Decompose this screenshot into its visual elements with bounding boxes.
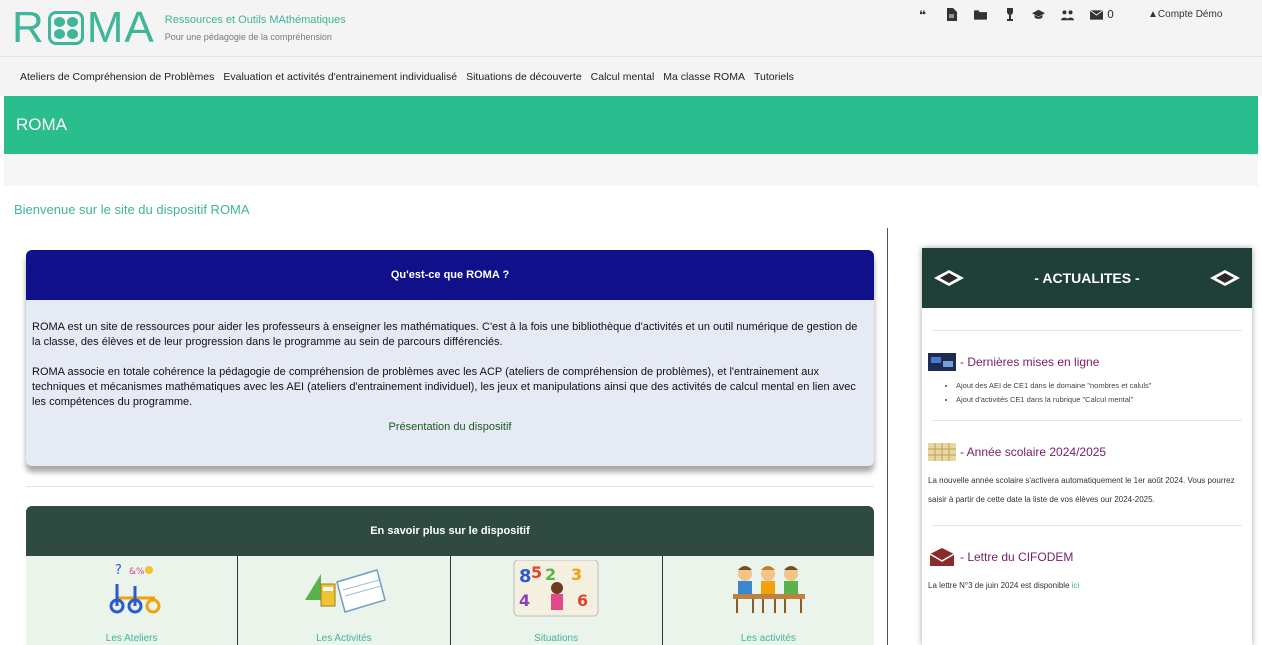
mail-icon[interactable] [1090,8,1103,21]
tile-situations[interactable]: 8 5 2 3 4 6 Situations [451,556,663,645]
roma-description-1: ROMA est un site de ressources pour aide… [32,321,858,348]
logo-letter-r: R [12,3,45,52]
svg-text:&%: &% [129,567,145,577]
students-illustration-icon [733,566,806,613]
presentation-link[interactable]: Présentation du dispositif [32,421,868,433]
news-latest-item: Ajout d'activités CE1 dans la rubrique "… [956,395,1246,404]
page-banner: ROMA [4,96,1258,154]
quote-icon[interactable]: ❝ [916,8,929,22]
tile-situations-label: Situations [534,633,579,644]
what-is-roma-card: Qu'est-ce que ROMA ? ROMA est un site de… [26,250,874,466]
svg-text:2: 2 [545,565,556,584]
site-header: R MA Ressources et Outils MAthématiques … [0,0,1262,56]
news-latest-title: - Dernières mises en ligne [960,355,1100,369]
situations-illustration-icon: 8 5 2 3 4 6 [513,560,599,617]
account-label: Compte Démo [1157,9,1223,20]
graduation-cap-icon [934,270,964,286]
nav-item-ma-classe[interactable]: Ma classe ROMA [663,71,745,83]
ateliers-illustration-icon: ? &% [109,563,161,614]
graduation-cap-icon[interactable] [1032,8,1045,21]
tile-activites-label: Les Activités [316,633,372,644]
tile-ateliers[interactable]: ? &% Les Ateliers [26,556,239,645]
news-cifodem-link[interactable]: ici [1072,581,1080,590]
trophy-icon[interactable] [1003,8,1016,21]
svg-text:6: 6 [577,591,588,610]
what-is-roma-title: Qu'est-ce que ROMA ? [390,269,510,281]
main-nav: Ateliers de Compréhension de Problèmes E… [0,56,1262,96]
news-school-year-text: La nouvelle année scolaire s'activera au… [928,476,1235,504]
nav-item-situations[interactable]: Situations de découverte [466,71,582,83]
nav-item-evaluation[interactable]: Evaluation et activités d'entrainement i… [223,71,457,83]
section-divider [26,486,874,487]
news-cifodem-text: La lettre N°3 de juin 2024 est disponibl… [928,576,1246,595]
news-item-cifodem[interactable]: - Lettre du CIFODEM [928,548,1246,566]
logo-letters-ma: MA [86,3,155,52]
news-header: - ACTUALITES - [922,248,1252,308]
tile-activites-2[interactable]: Les activités [663,556,874,645]
svg-text:3: 3 [571,565,582,584]
welcome-heading: Bienvenue sur le site du dispositif ROMA [14,202,250,217]
roma-logo[interactable]: R MA Ressources et Outils MAthématiques … [12,6,346,50]
banner-stripe [4,154,1258,186]
news-school-year-title: - Année scolaire 2024/2025 [960,445,1107,459]
account-menu[interactable]: ▲Compte Démo [1148,9,1222,20]
envelope-thumbnail-icon [929,548,955,566]
tile-activites-2-label: Les activités [740,633,796,644]
group-icon[interactable] [1061,8,1074,21]
news-cifodem-title: - Lettre du CIFODEM [960,550,1074,564]
what-is-roma-header: Qu'est-ce que ROMA ? [26,250,874,300]
activites-illustration-icon [304,569,386,613]
news-separator [932,420,1242,421]
mail-count: 0 [1107,8,1114,21]
tile-ateliers-label: Les Ateliers [105,633,158,644]
logo-tagline: Ressources et Outils MAthématiques Pour … [165,14,346,42]
latest-thumbnail-icon [928,353,956,371]
folder-icon[interactable] [974,8,987,21]
news-latest-item: Ajout des AEI de CE1 dans le domaine "no… [956,381,1246,390]
svg-text:?: ? [115,563,122,578]
learn-more-card: En savoir plus sur le dispositif ? &% Le… [26,506,874,645]
news-sidebar: - ACTUALITES - - Dernières mises en lign… [922,248,1252,645]
graduation-cap-icon [1210,270,1240,286]
tagline-line1: Ressources et Outils MAthématiques [164,14,346,26]
news-separator [932,525,1242,526]
svg-text:8: 8 [519,566,532,587]
news-item-latest[interactable]: - Dernières mises en ligne [928,353,1246,371]
news-latest-list: Ajout des AEI de CE1 dans le domaine "no… [928,381,1246,404]
calendar-thumbnail-icon [928,443,956,461]
header-icon-bar: ❝ 0 [916,8,1114,22]
roma-description-2: ROMA associe en totale cohérence la péda… [32,366,856,408]
nav-item-tutoriels[interactable]: Tutoriels [754,71,794,83]
news-item-school-year[interactable]: - Année scolaire 2024/2025 [928,443,1246,461]
main-content: Qu'est-ce que ROMA ? ROMA est un site de… [14,228,888,645]
news-title: - ACTUALITES - [1034,270,1140,286]
nav-item-acp[interactable]: Ateliers de Compréhension de Problèmes [20,71,214,83]
svg-text:5: 5 [531,563,542,582]
tile-activites[interactable]: Les Activités [238,556,451,645]
learn-more-header: En savoir plus sur le dispositif [26,506,874,556]
document-icon[interactable] [945,8,958,21]
nav-item-calcul-mental[interactable]: Calcul mental [591,71,655,83]
svg-text:4: 4 [519,591,530,610]
news-separator [932,330,1242,331]
news-cifodem-body: La lettre N°3 de juin 2024 est disponibl… [928,581,1072,590]
logo-dice-icon [47,11,84,45]
user-icon: ▲ [1148,9,1158,20]
learn-more-tiles: ? &% Les Ateliers Les Activités 8 5 2 3 … [26,556,874,645]
tagline-line2: Pour une pédagogie de la compréhension [164,32,332,42]
learn-more-title: En savoir plus sur le dispositif [370,525,530,537]
page-title: ROMA [16,115,67,134]
